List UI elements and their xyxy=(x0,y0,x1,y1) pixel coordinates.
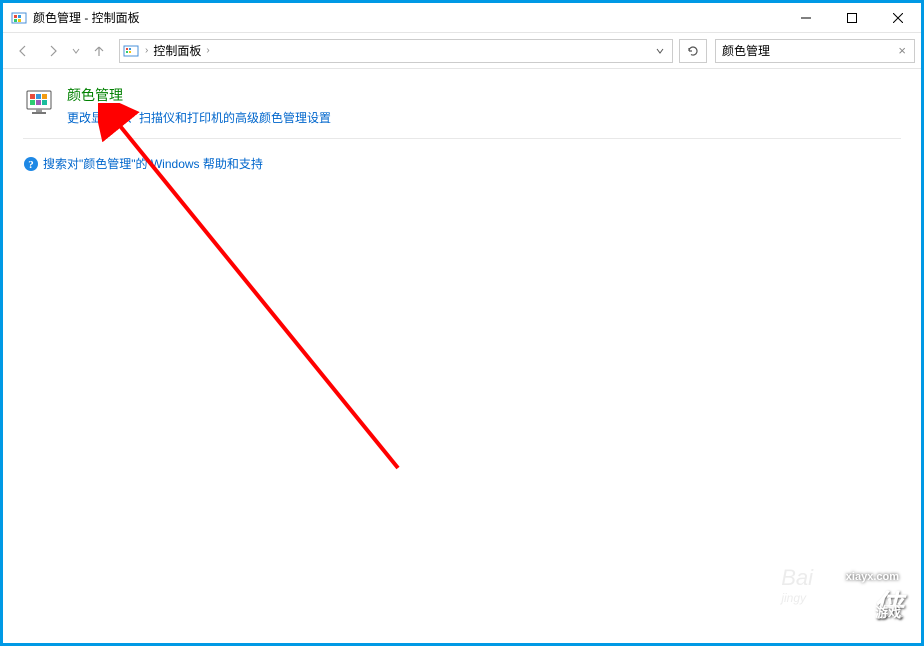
result-title-link[interactable]: 颜色管理 xyxy=(67,85,331,105)
address-bar[interactable]: › 控制面板 › xyxy=(119,39,673,63)
search-box[interactable]: × xyxy=(715,39,915,63)
recent-dropdown[interactable] xyxy=(69,37,83,65)
address-icon xyxy=(122,42,140,60)
app-icon xyxy=(11,10,27,26)
help-link[interactable]: 搜索对"颜色管理"的 Windows 帮助和支持 xyxy=(43,155,263,172)
help-icon: ? xyxy=(23,156,39,172)
content-area: 颜色管理 更改显示器、扫描仪和打印机的高级颜色管理设置 ? 搜索对"颜色管理"的… xyxy=(3,69,921,188)
svg-text:?: ? xyxy=(28,159,34,171)
minimize-button[interactable] xyxy=(783,3,829,32)
help-link-row: ? 搜索对"颜色管理"的 Windows 帮助和支持 xyxy=(23,155,901,172)
up-button[interactable] xyxy=(85,37,113,65)
close-button[interactable] xyxy=(875,3,921,32)
address-separator-icon: › xyxy=(203,45,212,56)
result-item-color-management: 颜色管理 更改显示器、扫描仪和打印机的高级颜色管理设置 xyxy=(23,85,901,139)
color-management-icon xyxy=(23,85,57,119)
search-clear-icon[interactable]: × xyxy=(896,43,908,58)
titlebar: 颜色管理 - 控制面板 xyxy=(3,3,921,33)
toolbar: › 控制面板 › × xyxy=(3,33,921,69)
back-button[interactable] xyxy=(9,37,37,65)
window-controls xyxy=(783,3,921,32)
maximize-button[interactable] xyxy=(829,3,875,32)
watermark-xia-sub: 游戏 xyxy=(875,602,901,621)
refresh-button[interactable] xyxy=(679,39,707,63)
address-segment-control-panel[interactable]: 控制面板 xyxy=(151,42,203,59)
watermark-xia-logo: 侠 xyxy=(873,581,903,625)
address-separator-icon: › xyxy=(142,45,151,56)
watermark-baidu: Bai xyxy=(781,565,813,591)
forward-button[interactable] xyxy=(39,37,67,65)
search-input[interactable] xyxy=(722,44,896,58)
watermark-xia-url: xiayx.com xyxy=(846,571,899,583)
window-title: 颜色管理 - 控制面板 xyxy=(33,9,783,26)
watermark-jingyan: jingy xyxy=(781,591,806,605)
result-text: 颜色管理 更改显示器、扫描仪和打印机的高级颜色管理设置 xyxy=(67,85,331,126)
address-dropdown-icon[interactable] xyxy=(650,47,670,55)
result-description-link[interactable]: 更改显示器、扫描仪和打印机的高级颜色管理设置 xyxy=(67,109,331,126)
